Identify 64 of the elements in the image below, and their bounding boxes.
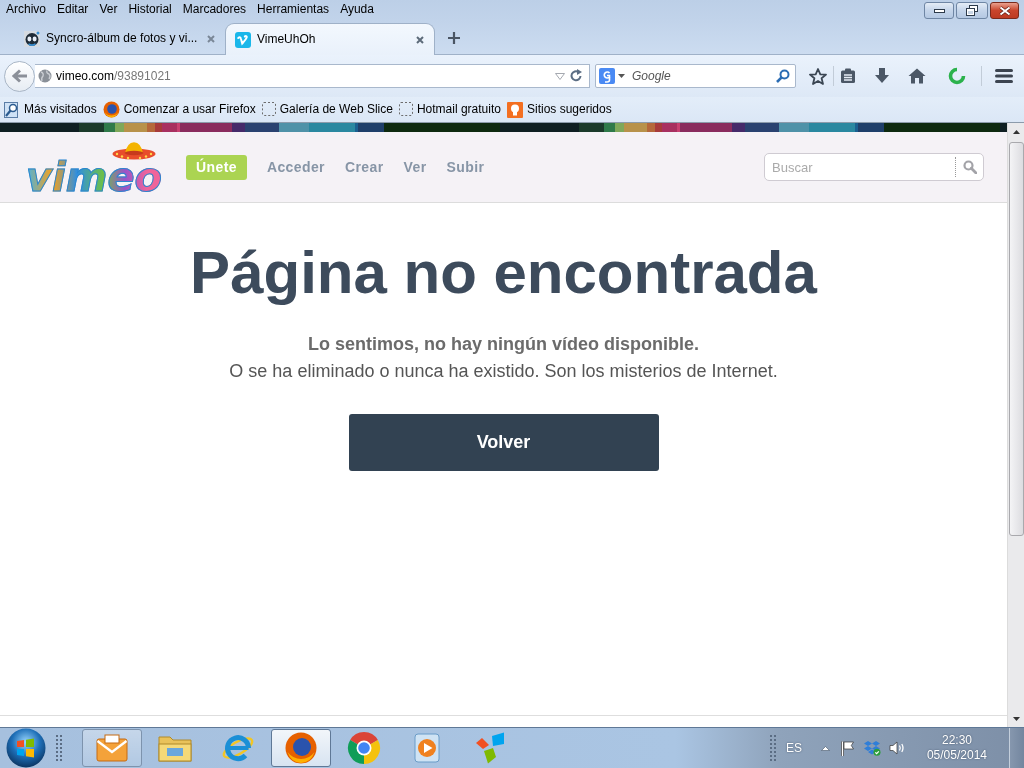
menu-item[interactable]: Historial	[128, 2, 172, 17]
home-icon[interactable]	[908, 68, 926, 84]
globe-icon	[38, 69, 52, 83]
bookmark-item[interactable]: Más visitados	[4, 101, 97, 118]
menu-item[interactable]: Archivo	[6, 2, 46, 17]
menu-icon[interactable]	[995, 69, 1013, 83]
arrow-left-icon	[11, 69, 28, 83]
bookmark-item[interactable]: Sitios sugeridos	[506, 101, 612, 118]
menu-item[interactable]: Marcadores	[182, 2, 247, 17]
back-button[interactable]: Volver	[348, 414, 659, 471]
dashed-square-icon	[398, 102, 413, 117]
flag-icon[interactable]	[840, 740, 855, 756]
restore-icon	[966, 5, 978, 16]
sombrero-icon	[112, 142, 156, 160]
back-button[interactable]	[4, 60, 35, 92]
minimize-button[interactable]	[924, 2, 954, 19]
bookmark-item[interactable]: Galería de Web Slice	[261, 102, 393, 117]
page-heading: Página no encontrada	[190, 238, 817, 308]
menu-item[interactable]: Ayuda	[340, 2, 374, 17]
clipboard-icon[interactable]	[840, 68, 856, 84]
up-arrow-icon	[1012, 129, 1020, 134]
envelope-icon	[96, 734, 128, 762]
close-icon	[998, 5, 1011, 16]
tab-close-icon[interactable]	[207, 34, 215, 43]
browser-tab[interactable]: VimeUhOh	[225, 23, 435, 55]
menu-item[interactable]: Herramientas	[257, 2, 330, 17]
tab-close-icon[interactable]	[416, 35, 424, 44]
star-icon[interactable]	[809, 67, 827, 85]
caret-icon[interactable]	[618, 74, 625, 78]
search-field[interactable]: Google	[595, 64, 796, 88]
fox-globe-icon	[102, 101, 120, 118]
fox-globe-icon	[285, 732, 317, 764]
minimize-icon	[933, 8, 945, 13]
speaker-icon[interactable]	[888, 741, 905, 755]
browser-tab[interactable]: Syncro-álbum de fotos y vi...	[15, 23, 225, 54]
bookmark-item[interactable]: Hotmail gratuito	[398, 102, 501, 117]
show-hidden-icon[interactable]	[820, 745, 830, 751]
download-icon[interactable]	[874, 68, 890, 84]
search-icon[interactable]	[776, 69, 790, 83]
menu-item[interactable]: Ver	[99, 2, 118, 17]
start-orb-icon[interactable]	[6, 728, 46, 768]
apology-text: Lo sentimos, no hay ningún vídeo disponible.	[308, 333, 699, 356]
scrollbar-thumb[interactable]	[1008, 142, 1024, 536]
reload-icon[interactable]	[569, 69, 583, 83]
box-check-icon[interactable]	[862, 740, 881, 756]
restore-button[interactable]	[956, 2, 988, 19]
taskbar-button[interactable]	[271, 729, 331, 767]
down-arrow-icon	[1012, 716, 1020, 721]
plus-icon[interactable]	[448, 32, 460, 44]
bookmark-item[interactable]: Comenzar a usar Firefox	[102, 101, 256, 118]
picture-favicon-icon	[24, 30, 40, 47]
search-input[interactable]: Buscar	[765, 157, 955, 177]
page-search-icon	[4, 101, 20, 118]
explanation-text: O se ha eliminado o nunca ha existido. Son los misterios de Internet.	[229, 360, 778, 383]
favicon-icon	[235, 31, 251, 48]
dashed-square-icon	[261, 102, 276, 117]
menu-item[interactable]: Editar	[57, 2, 89, 17]
taskbar-button[interactable]	[82, 729, 142, 767]
search-field[interactable]: Buscar	[764, 153, 984, 181]
search-input[interactable]: Google	[628, 67, 773, 85]
engine-logo-icon[interactable]	[599, 68, 615, 84]
lightbulb-icon	[506, 101, 523, 118]
close-button[interactable]	[990, 2, 1019, 19]
address-field[interactable]: vimeo.com/93891021	[35, 64, 590, 88]
